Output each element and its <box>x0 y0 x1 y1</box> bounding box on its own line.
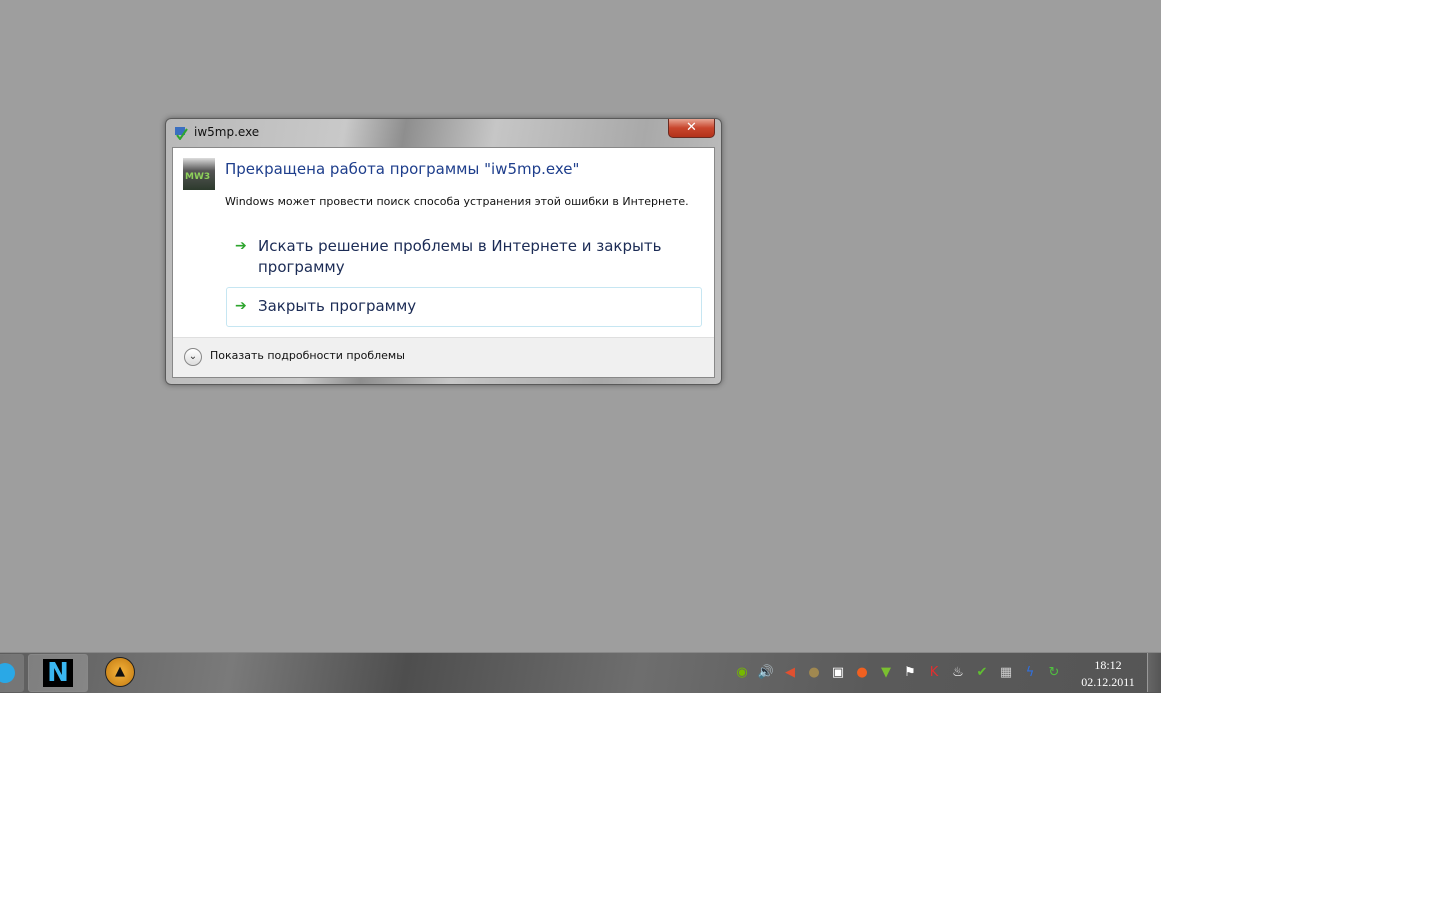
nvidia-icon[interactable]: ◉ <box>733 664 751 682</box>
app-icon-text: MW3 <box>185 172 211 182</box>
volume-muted-icon[interactable]: ◀ <box>781 664 799 682</box>
close-button[interactable]: ✕ <box>668 119 715 138</box>
system-tray: ◉ 🔊 ◀ ● ▣ ● ▼ ⚑ K ♨ ✔ ▦ ϟ ↻ <box>733 664 1063 682</box>
desktop: iw5mp.exe ✕ MW3 Прекращена работа програ… <box>0 0 1161 693</box>
main-instruction: Прекращена работа программы "iw5mp.exe" <box>225 160 580 178</box>
network-icon[interactable]: ▣ <box>829 664 847 682</box>
command-label: Искать решение проблемы в Интернете и за… <box>258 237 662 276</box>
taskbar-skype-button[interactable] <box>0 654 24 692</box>
error-reporting-icon <box>175 127 188 140</box>
update-icon[interactable]: ↻ <box>1045 664 1063 682</box>
error-dialog: iw5mp.exe ✕ MW3 Прекращена работа програ… <box>165 118 722 385</box>
show-desktop-button[interactable] <box>1147 653 1161 692</box>
green-arrow-icon: ➔ <box>235 298 247 314</box>
green-arrow-icon: ➔ <box>235 238 247 254</box>
command-label: Закрыть программу <box>258 297 417 315</box>
action-center-flag-icon[interactable]: ⚑ <box>901 664 919 682</box>
description: Windows может провести поиск способа уст… <box>225 195 689 208</box>
steam-icon[interactable]: ♨ <box>949 664 967 682</box>
taskbar-n-app-button[interactable]: N <box>28 654 88 692</box>
n-app-icon: N <box>43 659 73 687</box>
volume-icon[interactable]: 🔊 <box>757 664 775 682</box>
window-title: iw5mp.exe <box>194 125 260 139</box>
skype-icon <box>0 663 15 683</box>
taskbar-aimp-button[interactable]: ▲ <box>104 654 135 690</box>
aimp-icon: ▲ <box>105 657 135 687</box>
origin-icon[interactable]: ● <box>853 664 871 682</box>
dialog-footer: ⌄ Показать подробности проблемы <box>173 337 714 377</box>
app-icon[interactable]: ● <box>805 664 823 682</box>
utility-icon[interactable]: ▦ <box>997 664 1015 682</box>
dialog-content: MW3 Прекращена работа программы "iw5mp.e… <box>172 147 715 378</box>
app-icon: MW3 <box>183 158 215 190</box>
clock-date: 02.12.2011 <box>1081 675 1135 689</box>
lightning-icon[interactable]: ϟ <box>1021 664 1039 682</box>
taskbar: N ▲ ◉ 🔊 ◀ ● ▣ ● ▼ ⚑ K ♨ ✔ ▦ ϟ ↻ 18:12 02.12.2011 <box>0 652 1161 693</box>
close-program-button[interactable]: ➔ Закрыть программу <box>226 287 702 327</box>
clock[interactable]: 18:12 02.12.2011 <box>1072 657 1144 691</box>
check-shield-icon[interactable]: ✔ <box>973 664 991 682</box>
clock-time: 18:12 <box>1094 658 1122 672</box>
search-solution-and-close-button[interactable]: ➔ Искать решение проблемы в Интернете и … <box>226 234 702 282</box>
download-icon[interactable]: ▼ <box>877 664 895 682</box>
chevron-down-icon[interactable]: ⌄ <box>184 348 202 366</box>
kaspersky-icon[interactable]: K <box>925 664 943 682</box>
show-details-link[interactable]: Показать подробности проблемы <box>210 349 405 362</box>
